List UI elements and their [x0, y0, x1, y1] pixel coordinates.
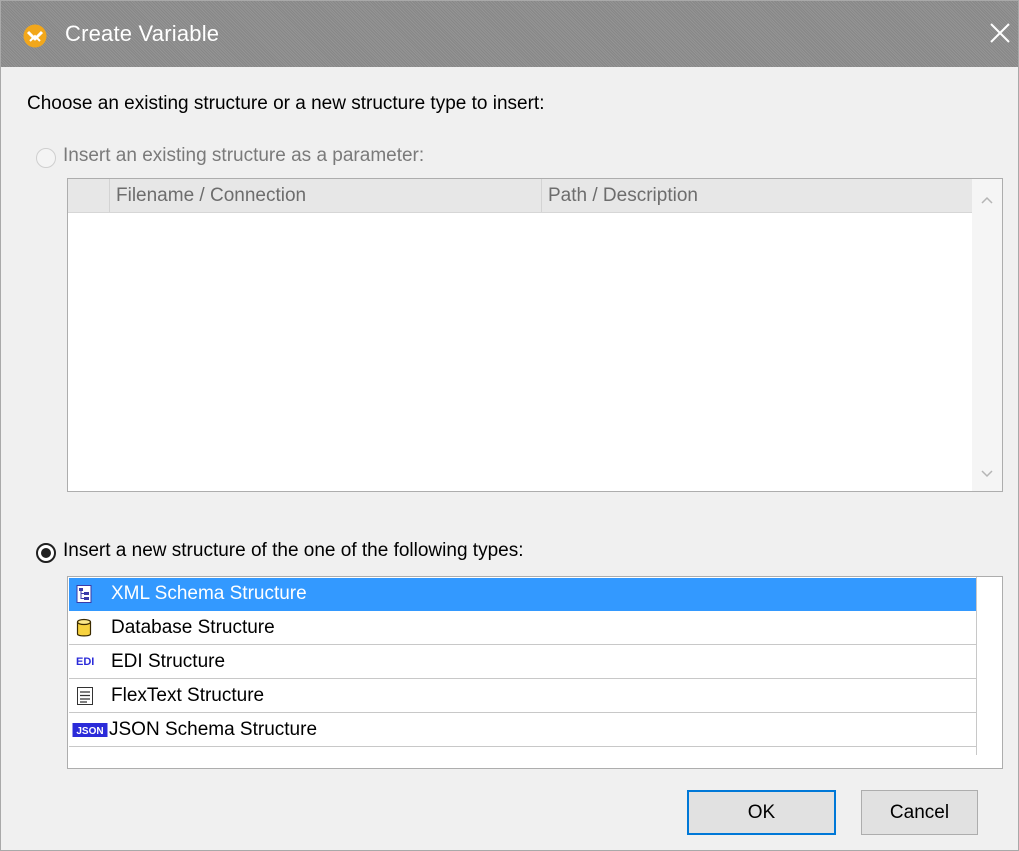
database-icon	[76, 618, 92, 637]
json-schema-icon: JSON	[72, 723, 108, 737]
list-item-flextext[interactable]: FlexText Structure	[69, 680, 977, 713]
create-variable-dialog: Create Variable Choose an existing struc…	[0, 0, 1019, 851]
row-selector-header	[68, 179, 110, 212]
column-header-filename[interactable]: Filename / Connection	[110, 179, 542, 212]
new-structure-radio[interactable]	[36, 543, 56, 563]
list-item-label: FlexText Structure	[111, 685, 265, 706]
list-item-xml-schema[interactable]: XML Schema Structure	[69, 578, 977, 611]
scroll-up-icon[interactable]	[980, 195, 994, 205]
scroll-down-icon[interactable]	[980, 469, 994, 479]
close-button[interactable]	[979, 13, 1018, 55]
list-item-label: JSON Schema Structure	[109, 719, 318, 740]
vertical-scrollbar[interactable]	[972, 179, 1002, 491]
column-header-path[interactable]: Path / Description	[542, 179, 972, 212]
xml-schema-icon	[76, 585, 92, 603]
radio-dot	[41, 548, 51, 558]
list-item-database[interactable]: Database Structure	[69, 612, 977, 645]
existing-structure-radio[interactable]	[36, 148, 56, 168]
list-item-label: XML Schema Structure	[111, 583, 307, 604]
instruction-text: Choose an existing structure or a new st…	[27, 93, 545, 114]
table-header: Filename / Connection Path / Description	[68, 179, 972, 213]
ok-button[interactable]: OK	[687, 790, 836, 835]
json-icon-text: JSON	[76, 726, 103, 737]
close-icon	[990, 23, 1010, 43]
edi-icon-text: EDI	[76, 656, 94, 668]
cancel-button[interactable]: Cancel	[861, 790, 978, 835]
list-column-rule	[976, 577, 977, 755]
existing-structures-table[interactable]: Filename / Connection Path / Description	[67, 178, 1003, 492]
list-item-label: EDI Structure	[111, 651, 226, 672]
existing-structure-label: Insert an existing structure as a parame…	[63, 145, 425, 166]
window-title: Create Variable	[65, 21, 220, 46]
structure-type-list[interactable]: XML Schema Structure Database Structure …	[67, 576, 1003, 769]
new-structure-label: Insert a new structure of the one of the…	[63, 540, 524, 561]
list-item-edi[interactable]: EDI EDI Structure	[69, 646, 977, 679]
flextext-icon	[77, 687, 93, 705]
list-item-json-schema[interactable]: JSON JSON Schema Structure	[69, 714, 977, 747]
title-bar: Create Variable	[1, 1, 1018, 67]
mapforce-logo-icon	[23, 24, 47, 48]
list-item-label: Database Structure	[111, 617, 275, 638]
edi-icon: EDI	[76, 656, 94, 668]
